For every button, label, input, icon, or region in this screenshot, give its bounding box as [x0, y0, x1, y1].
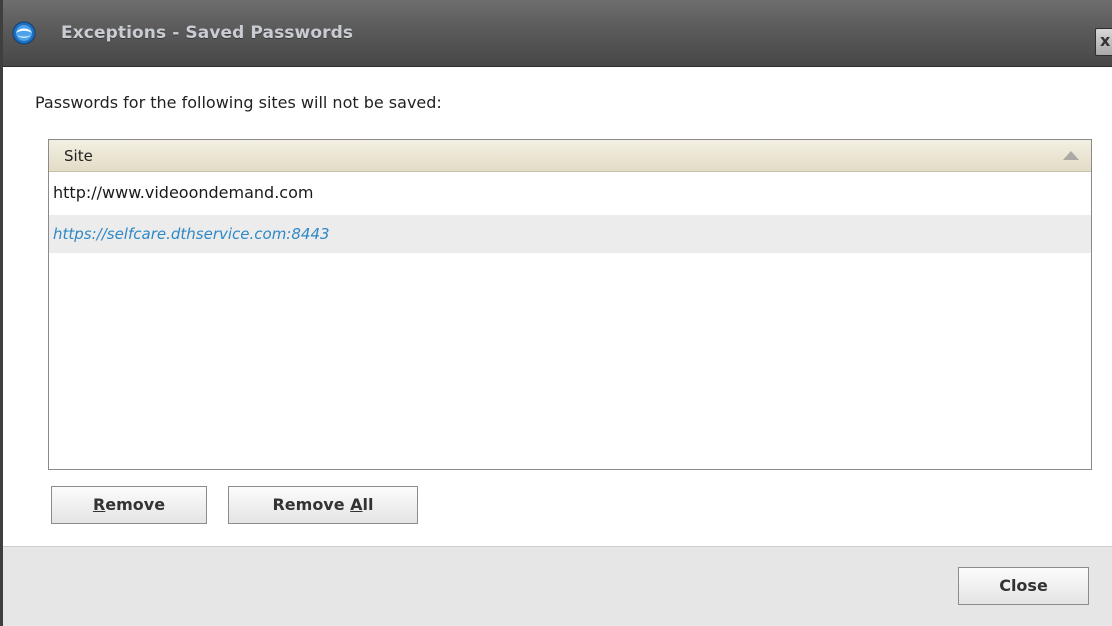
- site-cell: https://selfcare.dthservice.com:8443: [53, 225, 330, 243]
- title-bar[interactable]: Exceptions - Saved Passwords x: [3, 0, 1112, 67]
- column-header-label: Site: [64, 147, 93, 165]
- exceptions-dialog: Exceptions - Saved Passwords x Passwords…: [0, 0, 1112, 626]
- sort-ascending-icon: [1063, 151, 1079, 160]
- remove-all-label-prefix: Remove: [272, 495, 351, 514]
- table-row-selected[interactable]: https://selfcare.dthservice.com:8443: [49, 215, 1091, 253]
- site-column-header[interactable]: Site: [49, 140, 1091, 172]
- remove-button[interactable]: Remove: [51, 486, 207, 524]
- remove-label-suffix: emove: [105, 495, 166, 514]
- table-row[interactable]: http://www.videoondemand.com: [49, 174, 1091, 212]
- remove-accelerator-key: R: [92, 495, 106, 514]
- browser-logo-icon: [12, 21, 36, 45]
- close-button[interactable]: Close: [958, 567, 1089, 605]
- window-title: Exceptions - Saved Passwords: [61, 23, 354, 43]
- exceptions-description: Passwords for the following sites will n…: [35, 93, 442, 112]
- sites-list[interactable]: Site http://www.videoondemand.com https:…: [48, 139, 1092, 470]
- remove-all-label-suffix: ll: [362, 495, 374, 514]
- remove-all-accelerator-key: A: [350, 495, 363, 514]
- dialog-footer: [3, 546, 1112, 626]
- close-window-button[interactable]: x: [1095, 28, 1112, 56]
- remove-all-button[interactable]: Remove All: [228, 486, 418, 524]
- site-cell: http://www.videoondemand.com: [53, 183, 314, 202]
